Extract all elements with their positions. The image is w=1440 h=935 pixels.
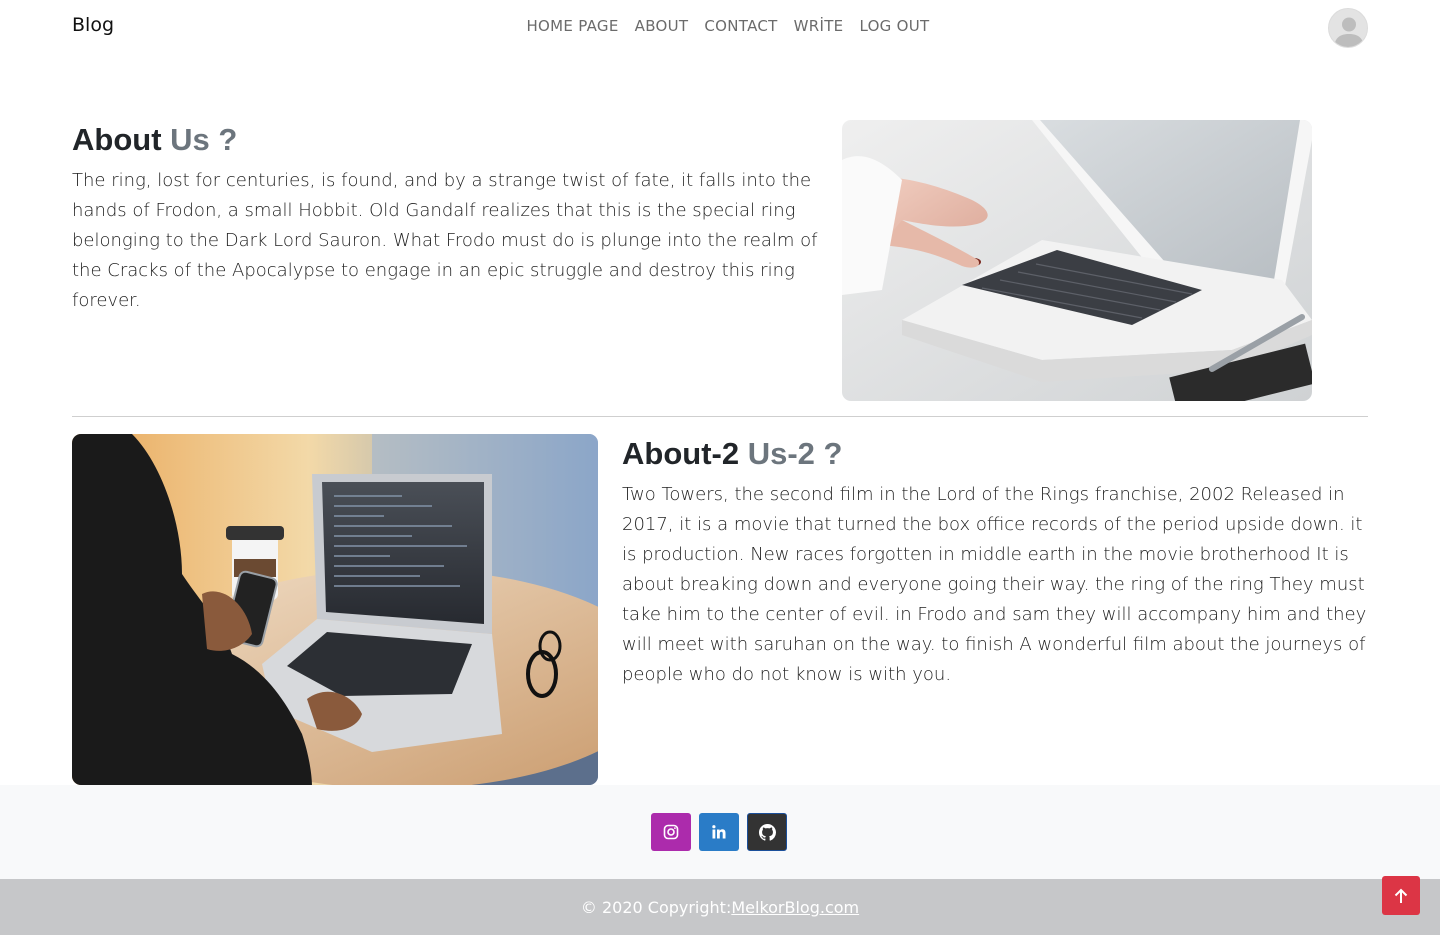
nav-links: HOME PAGE ABOUT CONTACT WRİTE LOG OUT [0, 17, 1440, 35]
about-heading-accent: Us ? [170, 122, 238, 157]
footer-copyright: © 2020 Copyright:MelkorBlog.com [0, 879, 1440, 935]
github-icon [758, 823, 776, 841]
about2-paragraph: Two Towers, the second film in the Lord … [622, 484, 1367, 685]
arrow-up-icon [1394, 888, 1408, 903]
about-heading: About Us ? [72, 122, 237, 158]
about-paragraph: The ring, lost for centuries, is found, … [72, 170, 818, 311]
navbar: Blog HOME PAGE ABOUT CONTACT WRİTE LOG O… [0, 0, 1440, 56]
nav-write[interactable]: WRİTE [794, 17, 844, 35]
user-icon [1334, 17, 1364, 47]
nav-about[interactable]: ABOUT [635, 17, 689, 35]
nav-home[interactable]: HOME PAGE [526, 17, 618, 35]
about2-heading-main: About-2 [622, 436, 740, 471]
footer-social-bar [0, 785, 1440, 879]
back-to-top-button[interactable] [1382, 876, 1420, 915]
nav-contact[interactable]: CONTACT [704, 17, 777, 35]
about2-heading-accent: Us-2 ? [747, 436, 843, 471]
about-heading-main: About [72, 122, 162, 157]
instagram-button[interactable] [651, 813, 691, 851]
site-link[interactable]: MelkorBlog.com [731, 898, 859, 917]
nav-logout[interactable]: LOG OUT [859, 17, 929, 35]
laptop-typing-image [842, 120, 1312, 401]
section-divider [72, 416, 1368, 417]
github-button[interactable] [747, 813, 787, 851]
instagram-icon [663, 824, 679, 840]
user-avatar[interactable] [1328, 8, 1368, 48]
linkedin-button[interactable] [699, 813, 739, 851]
linkedin-icon [712, 825, 726, 839]
about2-heading: About-2 Us-2 ? [622, 436, 842, 472]
copyright-text: © 2020 Copyright: [580, 898, 732, 917]
laptop-phone-desk-image [72, 434, 598, 785]
